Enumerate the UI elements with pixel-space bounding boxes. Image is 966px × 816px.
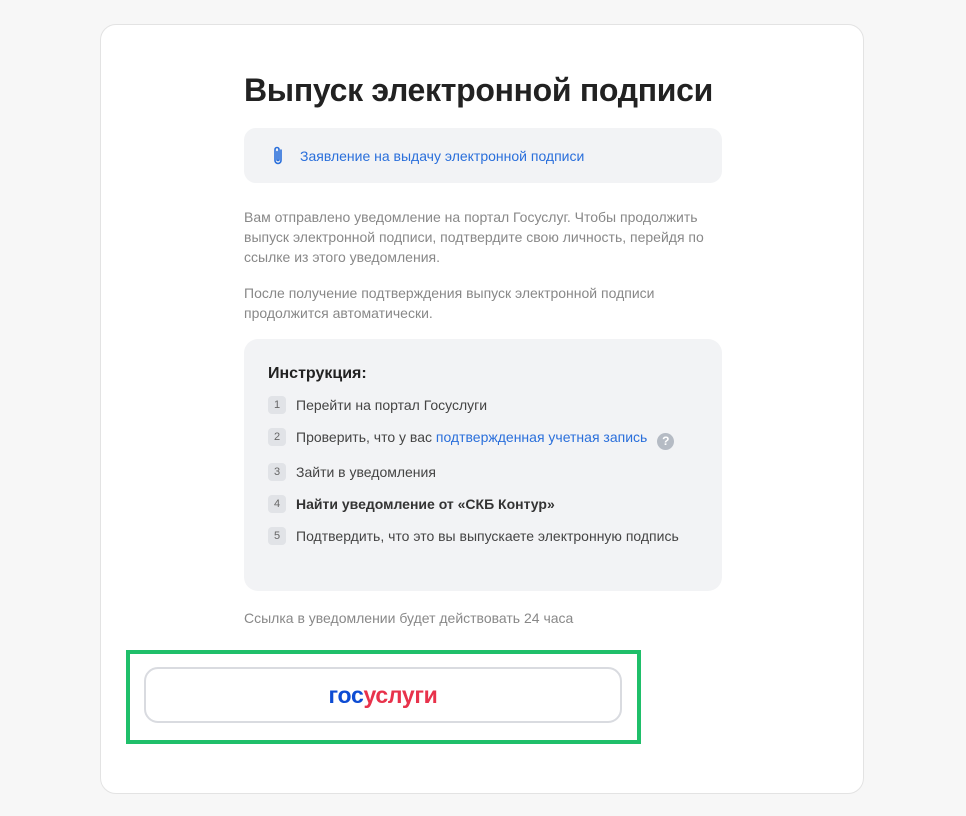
step-text: Найти уведомление от «СКБ Контур»	[296, 494, 555, 514]
step-text: Зайти в уведомления	[296, 463, 436, 480]
instruction-step: 4 Найти уведомление от «СКБ Контур»	[268, 494, 698, 514]
auto-continue-paragraph: После получение подтверждения выпуск эле…	[244, 285, 655, 321]
expiry-note: Ссылка в уведомлении будет действовать 2…	[244, 610, 574, 626]
logo-part-gos: гос	[328, 681, 364, 708]
page-title: Выпуск электронной подписи	[244, 72, 714, 108]
step-text: Перейти на портал Госуслуги	[296, 397, 488, 413]
step-number: 2	[268, 428, 286, 446]
instruction-step: 5 Подтвердить, что это вы выпускаете эле…	[268, 526, 698, 546]
verified-account-link[interactable]: подтвержденная учетная запись	[436, 429, 647, 445]
instruction-step: 2 Проверить, что у вас подтвержденная уч…	[268, 427, 698, 450]
step-text: Проверить, что у вас подтвержденная учет…	[296, 427, 675, 450]
logo-part-uslugi: услуги	[363, 681, 438, 708]
paperclip-icon	[274, 146, 282, 164]
step-text-bold: Найти уведомление от «СКБ Контур»	[296, 495, 555, 512]
instruction-title: Инструкция:	[268, 365, 367, 382]
instruction-block: Инструкция: 1 Перейти на портал Госуслуг…	[244, 339, 722, 591]
card-content: Выпуск электронной подписи Заявление на …	[244, 73, 722, 628]
document-attachment-link[interactable]: Заявление на выдачу электронной подписи	[244, 128, 722, 183]
step-text-prefix: Проверить, что у вас	[296, 429, 436, 445]
instruction-step: 3 Зайти в уведомления	[268, 462, 698, 482]
gosuslugi-logo: госуслуги	[329, 682, 438, 709]
step-number: 3	[268, 462, 286, 481]
question-circle-icon[interactable]: ?	[657, 432, 675, 450]
step-text: Подтвердить, что это вы выпускаете элект…	[296, 527, 679, 544]
step-number: 4	[268, 494, 286, 513]
step-number: 5	[268, 526, 286, 545]
step-number: 1	[268, 396, 286, 414]
gosuslugi-login-button[interactable]: госуслуги	[144, 667, 622, 723]
instruction-step: 1 Перейти на портал Госуслуги	[268, 395, 698, 415]
document-link-label: Заявление на выдачу электронной подписи	[300, 147, 585, 164]
notification-paragraph: Вам отправлено уведомление на портал Гос…	[244, 209, 704, 265]
